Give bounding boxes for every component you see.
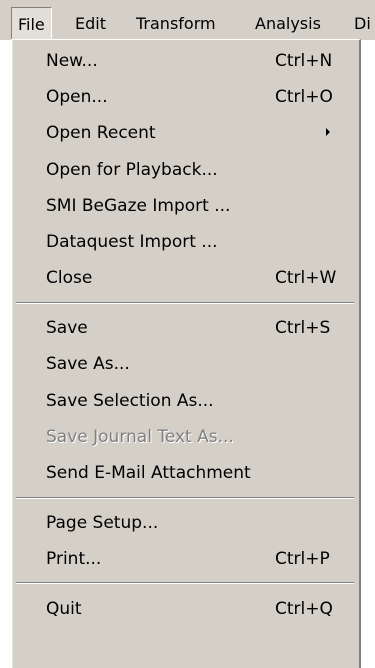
menu-item-print[interactable]: Print... Ctrl+P [13,541,359,577]
menu-item-save-journal-text-as: Save Journal Text As... [13,419,359,455]
menu-item-shortcut: Ctrl+P [275,549,330,569]
file-menu-dropdown: New... Ctrl+N Open... Ctrl+O Open Recent… [11,39,361,668]
menu-separator [16,497,354,499]
menu-edit[interactable]: Edit [75,13,106,35]
menu-item-label: Dataquest Import ... [46,232,218,252]
menu-item-dataquest-import[interactable]: Dataquest Import ... [13,224,359,260]
menu-item-save-selection-as[interactable]: Save Selection As... [13,383,359,419]
menu-item-save-as[interactable]: Save As... [13,346,359,382]
menu-item-label: SMI BeGaze Import ... [46,196,231,216]
menu-item-label: Close [46,268,93,288]
menu-transform[interactable]: Transform [136,13,216,35]
menu-item-label: New... [46,51,98,71]
menu-item-open-for-playback[interactable]: Open for Playback... [13,152,359,188]
menu-separator [16,302,354,304]
menu-item-save[interactable]: Save Ctrl+S [13,310,359,346]
menu-item-label: Save [46,318,88,338]
menu-analysis[interactable]: Analysis [255,13,321,35]
menu-item-label: Page Setup... [46,513,159,533]
menu-item-shortcut: Ctrl+S [275,318,331,338]
menu-item-label: Open for Playback... [46,160,218,180]
menu-item-shortcut: Ctrl+O [275,87,333,107]
menu-item-shortcut: Ctrl+Q [275,599,333,619]
menu-next-partial[interactable]: Di [354,13,371,35]
menu-file[interactable]: File [11,7,52,39]
menu-item-page-setup[interactable]: Page Setup... [13,505,359,541]
menu-item-label: Save As... [46,354,130,374]
menu-separator [16,582,354,584]
menu-item-quit[interactable]: Quit Ctrl+Q [13,591,359,627]
screen: File Edit Transform Analysis Di New... C… [0,0,375,668]
menu-item-label: Open... [46,87,108,107]
menu-item-shortcut: Ctrl+N [275,51,333,71]
submenu-arrow-icon [326,128,330,136]
menu-item-label: Send E-Mail Attachment [46,463,251,483]
menu-item-label: Print... [46,549,102,569]
menu-item-label: Open Recent [46,123,156,143]
menu-item-label: Quit [46,599,82,619]
menu-item-new[interactable]: New... Ctrl+N [13,43,359,79]
menu-item-smi-begaze-import[interactable]: SMI BeGaze Import ... [13,188,359,224]
menu-item-open[interactable]: Open... Ctrl+O [13,79,359,115]
menu-item-close[interactable]: Close Ctrl+W [13,260,359,296]
menu-item-open-recent[interactable]: Open Recent [13,115,359,151]
menu-item-label: Save Selection As... [46,391,214,411]
menu-bar: File Edit Transform Analysis Di [0,0,375,41]
menu-item-label: Save Journal Text As... [46,427,234,447]
menu-item-send-email-attachment[interactable]: Send E-Mail Attachment [13,455,359,491]
menu-item-shortcut: Ctrl+W [275,268,337,288]
